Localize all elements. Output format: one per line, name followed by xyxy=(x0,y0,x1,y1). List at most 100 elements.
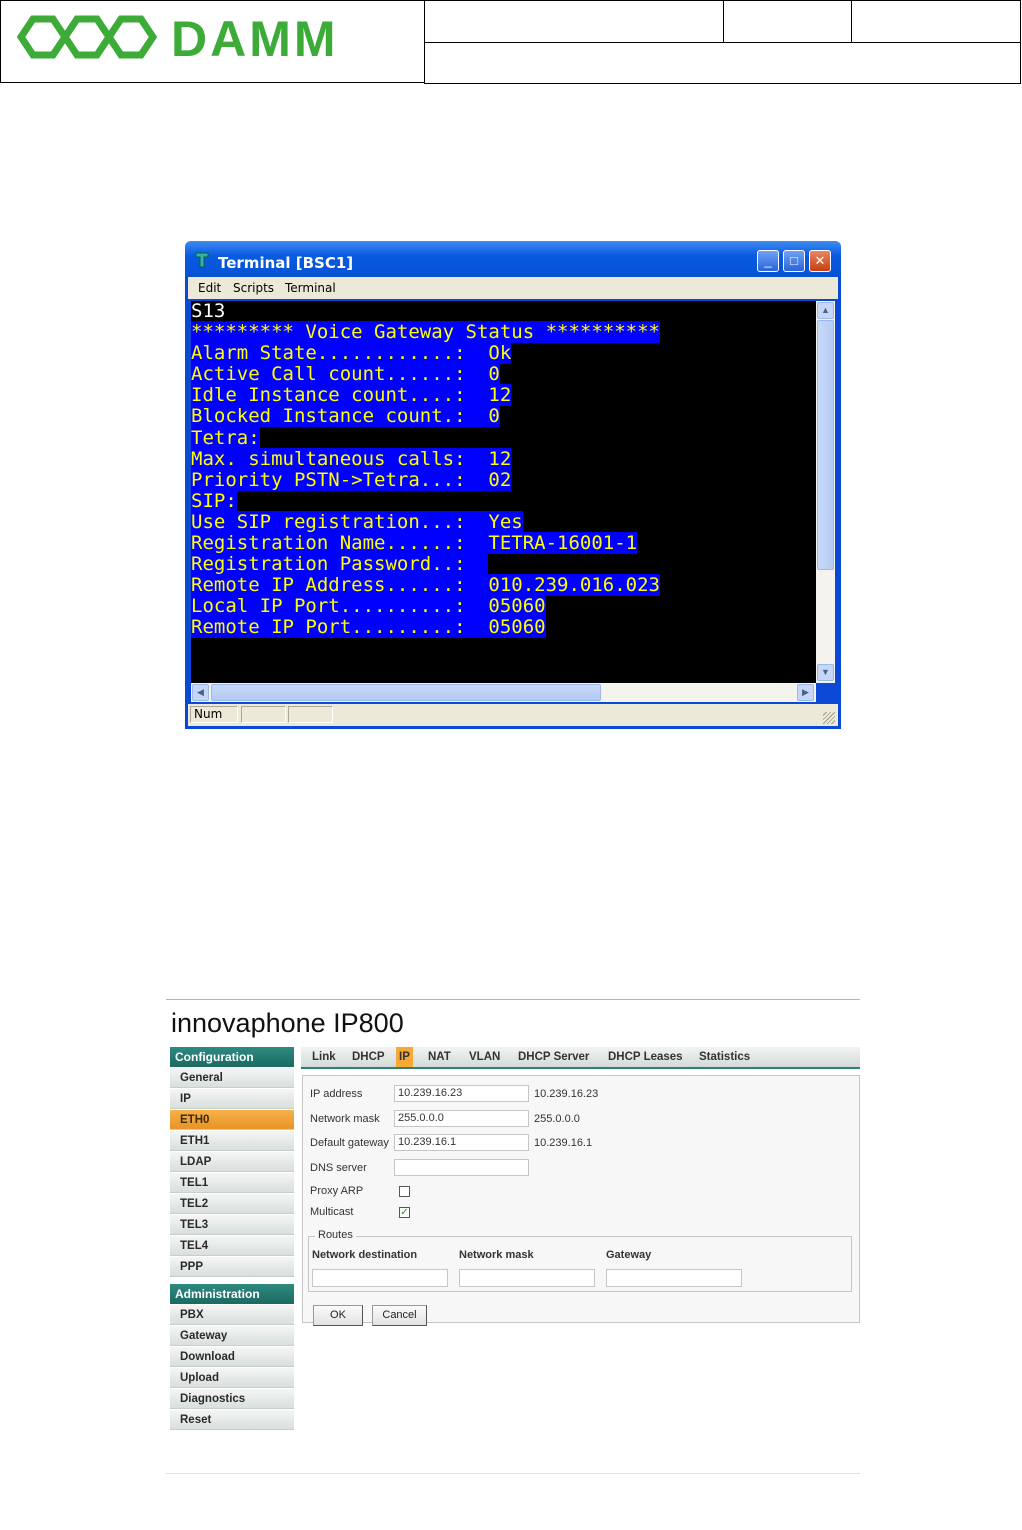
close-icon: ✕ xyxy=(814,253,826,268)
ip-settings-form: IP address 10.239.16.23 10.239.16.23 Net… xyxy=(302,1075,860,1326)
tab-dhcp-server[interactable]: DHCP Server xyxy=(515,1047,592,1067)
terminal-line-text: Remote IP Port.........: 05060 xyxy=(191,616,546,639)
minimize-button[interactable]: _ xyxy=(757,250,779,272)
sidebar-item-ip[interactable]: IP xyxy=(170,1089,294,1109)
terminal-status-bar: Num xyxy=(188,704,838,726)
terminal-line: S13 xyxy=(191,301,816,322)
routes-fieldset: Routes Network destination Network mask … xyxy=(308,1229,852,1292)
proxy-arp-checkbox[interactable] xyxy=(399,1186,410,1197)
default-gateway-input[interactable]: 10.239.16.1 xyxy=(394,1134,529,1151)
terminal-line: Alarm State............: Ok xyxy=(191,342,816,365)
ip-address-input[interactable]: 10.239.16.23 xyxy=(394,1085,529,1102)
terminal-line: ********* Voice Gateway Status *********… xyxy=(191,321,816,344)
sidebar-item-tel3[interactable]: TEL3 xyxy=(170,1215,294,1235)
header-cell xyxy=(723,0,852,43)
tab-bar: Link DHCP IP NAT VLAN DHCP Server DHCP Leases S… xyxy=(301,1047,860,1069)
terminal-line: Max. simultaneous calls: 12 xyxy=(191,447,816,470)
terminal-line: SIP: xyxy=(191,489,816,512)
terminal-line-text: SIP: xyxy=(191,489,237,512)
menu-scripts[interactable]: Scripts xyxy=(233,281,274,295)
terminal-line-text: Blocked Instance count.: 0 xyxy=(191,405,500,428)
vertical-scrollbar[interactable]: ▲ ▼ xyxy=(816,301,835,683)
route-gateway-input[interactable] xyxy=(606,1269,742,1287)
routes-column-network-destination: Network destination xyxy=(312,1249,418,1261)
network-mask-label: Network mask xyxy=(310,1113,380,1125)
header-cell xyxy=(424,42,1021,84)
status-cell xyxy=(288,706,333,723)
sidebar-configuration-header[interactable]: Configuration xyxy=(170,1047,294,1067)
multicast-checkbox[interactable]: ✓ xyxy=(399,1207,410,1218)
tab-ip[interactable]: IP xyxy=(396,1047,413,1067)
multicast-label: Multicast xyxy=(310,1206,354,1218)
sidebar-item-tel2[interactable]: TEL2 xyxy=(170,1194,294,1214)
routes-legend: Routes xyxy=(315,1229,356,1241)
terminal-line-text: Registration Password..: xyxy=(191,553,489,576)
cancel-button[interactable]: Cancel xyxy=(372,1305,427,1326)
menu-terminal[interactable]: Terminal xyxy=(285,281,336,295)
terminal-line: Active Call count......: 0 xyxy=(191,363,816,386)
route-mask-input[interactable] xyxy=(459,1269,595,1287)
terminal-line: Blocked Instance count.: 0 xyxy=(191,405,816,428)
maximize-button[interactable]: □ xyxy=(783,250,805,272)
routes-column-network-mask: Network mask xyxy=(459,1249,534,1261)
terminal-screen[interactable]: S13 ********* Voice Gateway Status ******… xyxy=(191,301,816,683)
scroll-right-arrow-icon[interactable]: ▶ xyxy=(797,684,814,701)
routes-column-gateway: Gateway xyxy=(606,1249,652,1261)
terminal-line-text: Tetra: xyxy=(191,426,260,449)
network-mask-input[interactable]: 255.0.0.0 xyxy=(394,1110,529,1127)
sidebar-item-ppp[interactable]: PPP xyxy=(170,1257,294,1277)
scroll-down-arrow-icon[interactable]: ▼ xyxy=(817,664,834,681)
default-gateway-label: Default gateway xyxy=(310,1137,389,1149)
tab-statistics[interactable]: Statistics xyxy=(696,1047,753,1067)
tab-link[interactable]: Link xyxy=(309,1047,339,1067)
tab-dhcp-leases[interactable]: DHCP Leases xyxy=(605,1047,686,1067)
sidebar-item-eth0[interactable]: ETH0 xyxy=(170,1110,294,1130)
resize-grip-icon[interactable] xyxy=(823,712,835,724)
sidebar-item-reset[interactable]: Reset xyxy=(170,1410,294,1430)
header-cell xyxy=(424,0,724,43)
network-mask-current: 255.0.0.0 xyxy=(534,1113,580,1125)
sidebar-item-eth1[interactable]: ETH1 xyxy=(170,1131,294,1151)
checkmark-icon: ✓ xyxy=(400,1207,409,1218)
terminal-line-text: Alarm State............: Ok xyxy=(191,342,512,365)
vertical-scroll-thumb[interactable] xyxy=(817,320,834,570)
terminal-title: Terminal [BSC1] xyxy=(218,254,354,272)
menu-edit[interactable]: Edit xyxy=(198,281,221,295)
terminal-line-text: ********* Voice Gateway Status *********… xyxy=(191,321,660,344)
sidebar-item-ldap[interactable]: LDAP xyxy=(170,1152,294,1172)
sidebar-item-diagnostics[interactable]: Diagnostics xyxy=(170,1389,294,1409)
status-num: Num xyxy=(190,706,238,723)
close-button[interactable]: ✕ xyxy=(809,250,831,272)
damm-logo: DAMM xyxy=(0,0,425,83)
terminal-line-text: Idle Instance count....: 12 xyxy=(191,384,512,407)
sidebar: Configuration General IP ETH0 ETH1 LDAP TEL1 T… xyxy=(170,1047,294,1431)
terminal-menu-bar: Edit Scripts Terminal xyxy=(188,277,838,299)
sidebar-administration-header[interactable]: Administration xyxy=(170,1284,294,1304)
terminal-line: Registration Password..: xyxy=(191,553,816,576)
sidebar-item-upload[interactable]: Upload xyxy=(170,1368,294,1388)
tab-nat[interactable]: NAT xyxy=(425,1047,454,1067)
tab-vlan[interactable]: VLAN xyxy=(466,1047,503,1067)
sidebar-item-tel4[interactable]: TEL4 xyxy=(170,1236,294,1256)
horizontal-scroll-thumb[interactable] xyxy=(211,684,601,701)
scroll-left-arrow-icon[interactable]: ◀ xyxy=(192,684,209,701)
ok-button[interactable]: OK xyxy=(313,1305,363,1326)
sidebar-item-pbx[interactable]: PBX xyxy=(170,1305,294,1325)
terminal-line: Idle Instance count....: 12 xyxy=(191,384,816,407)
scroll-up-arrow-icon[interactable]: ▲ xyxy=(817,302,834,319)
minimize-icon: _ xyxy=(764,253,772,268)
sidebar-item-general[interactable]: General xyxy=(170,1068,294,1088)
sidebar-item-gateway[interactable]: Gateway xyxy=(170,1326,294,1346)
tab-dhcp[interactable]: DHCP xyxy=(349,1047,388,1067)
terminal-line-text: Use SIP registration...: Yes xyxy=(191,510,523,533)
dns-server-input[interactable] xyxy=(394,1159,529,1176)
terminal-line: Remote IP Port.........: 05060 xyxy=(191,616,816,639)
terminal-title-bar[interactable]: Terminal [BSC1] _ □ ✕ xyxy=(185,241,841,277)
terminal-line-text: Registration Name......: TETRA-16001-1 xyxy=(191,532,638,555)
terminal-line-text: Remote IP Address......: 010.239.016.023 xyxy=(191,574,660,597)
proxy-arp-label: Proxy ARP xyxy=(310,1185,364,1197)
sidebar-item-download[interactable]: Download xyxy=(170,1347,294,1367)
horizontal-scrollbar[interactable]: ◀ ▶ xyxy=(191,683,816,702)
route-destination-input[interactable] xyxy=(312,1269,448,1287)
sidebar-item-tel1[interactable]: TEL1 xyxy=(170,1173,294,1193)
